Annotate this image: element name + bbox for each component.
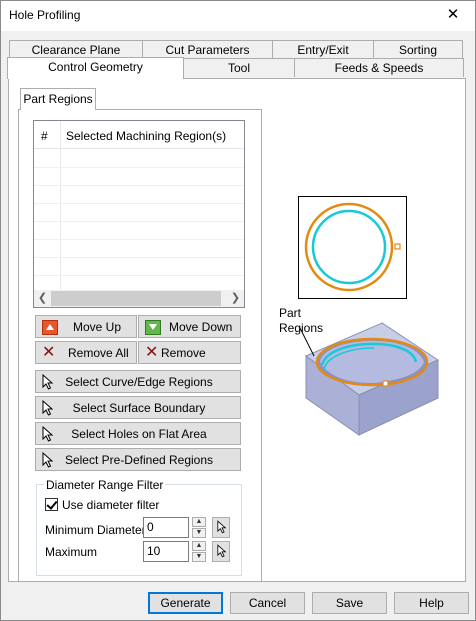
tab-sorting[interactable]: Sorting — [373, 40, 463, 59]
move-down-button[interactable]: Move Down — [138, 315, 241, 338]
spin-down-icon[interactable]: ▼ — [192, 552, 206, 562]
pointer-cursor-icon — [217, 544, 227, 558]
generate-button[interactable]: Generate — [148, 592, 223, 614]
save-button[interactable]: Save — [312, 592, 387, 614]
remove-x-icon: ✕ — [145, 344, 159, 361]
minimum-diameter-input[interactable]: 0 — [143, 517, 189, 538]
close-icon[interactable]: ✕ — [436, 2, 470, 28]
regions-list[interactable]: # Selected Machining Region(s) ❮ ❯ — [33, 120, 245, 308]
grid-line — [34, 203, 244, 204]
window-title: Hole Profiling — [9, 8, 81, 22]
pick-minimum-diameter-button[interactable] — [212, 517, 230, 538]
remove-all-label: Remove All — [68, 346, 129, 360]
select-curve-edge-regions-button[interactable]: Select Curve/Edge Regions — [35, 370, 241, 393]
pick-maximum-diameter-button[interactable] — [212, 541, 230, 562]
maximum-diameter-input[interactable]: 10 — [143, 541, 189, 562]
column-header-selected-regions[interactable]: Selected Machining Region(s) — [66, 129, 226, 143]
select-predefined-regions-label: Select Pre-Defined Regions — [64, 453, 214, 467]
remove-active-button[interactable]: ✕ Remove Active — [138, 341, 241, 382]
grid-line — [34, 275, 244, 276]
remove-x-icon: ✕ — [42, 344, 56, 361]
tab-control-geometry[interactable]: Control Geometry — [7, 57, 184, 79]
arrow-up-icon — [42, 320, 58, 335]
spin-up-icon[interactable]: ▲ — [192, 541, 206, 551]
grid-line — [34, 239, 244, 240]
part-3d-illustration — [299, 322, 440, 436]
column-separator — [60, 121, 61, 291]
select-predefined-regions-button[interactable]: Select Pre-Defined Regions — [35, 448, 241, 471]
minimum-diameter-label: Minimum Diameter: — [45, 523, 150, 537]
arrow-down-icon — [145, 320, 161, 335]
scroll-left-icon[interactable]: ❮ — [34, 290, 51, 307]
spin-up-icon[interactable]: ▲ — [192, 517, 206, 527]
maximum-diameter-spinner[interactable]: ▲ ▼ — [192, 541, 206, 562]
scrollbar-thumb[interactable] — [51, 291, 221, 306]
diameter-range-filter-label: Diameter Range Filter — [44, 478, 166, 492]
maximum-diameter-label: Maximum — [45, 545, 98, 559]
use-diameter-filter-checkbox[interactable] — [45, 498, 58, 511]
grid-line — [34, 257, 244, 258]
move-down-label: Move Down — [169, 320, 233, 334]
remove-all-button[interactable]: ✕ Remove All — [35, 341, 137, 364]
grid-line — [34, 185, 244, 186]
move-up-button[interactable]: Move Up — [35, 315, 137, 338]
cancel-button[interactable]: Cancel — [230, 592, 305, 614]
spin-down-icon[interactable]: ▼ — [192, 528, 206, 538]
tab-entry-exit[interactable]: Entry/Exit — [272, 40, 374, 59]
scroll-right-icon[interactable]: ❯ — [227, 290, 244, 307]
use-diameter-filter-label[interactable]: Use diameter filter — [62, 498, 159, 512]
select-curve-edge-label: Select Curve/Edge Regions — [65, 375, 213, 389]
tab-tool[interactable]: Tool — [183, 58, 295, 77]
hole-top-view-diagram — [304, 202, 401, 292]
select-surface-boundary-button[interactable]: Select Surface Boundary — [35, 396, 241, 419]
pointer-cursor-icon — [217, 520, 227, 534]
grid-line — [34, 221, 244, 222]
minimum-diameter-spinner[interactable]: ▲ ▼ — [192, 517, 206, 538]
tab-part-regions[interactable]: Part Regions — [20, 88, 96, 110]
select-surface-boundary-label: Select Surface Boundary — [72, 401, 206, 415]
horizontal-scrollbar[interactable]: ❮ ❯ — [34, 290, 244, 307]
select-holes-flat-area-button[interactable]: Select Holes on Flat Area — [35, 422, 241, 445]
help-button[interactable]: Help — [394, 592, 469, 614]
column-header-number[interactable]: # — [41, 129, 48, 143]
select-holes-flat-area-label: Select Holes on Flat Area — [71, 427, 207, 441]
grid-line — [34, 167, 244, 168]
tab-feeds-speeds[interactable]: Feeds & Speeds — [294, 58, 464, 77]
move-up-label: Move Up — [73, 320, 122, 334]
top-view-illustration — [298, 196, 407, 299]
